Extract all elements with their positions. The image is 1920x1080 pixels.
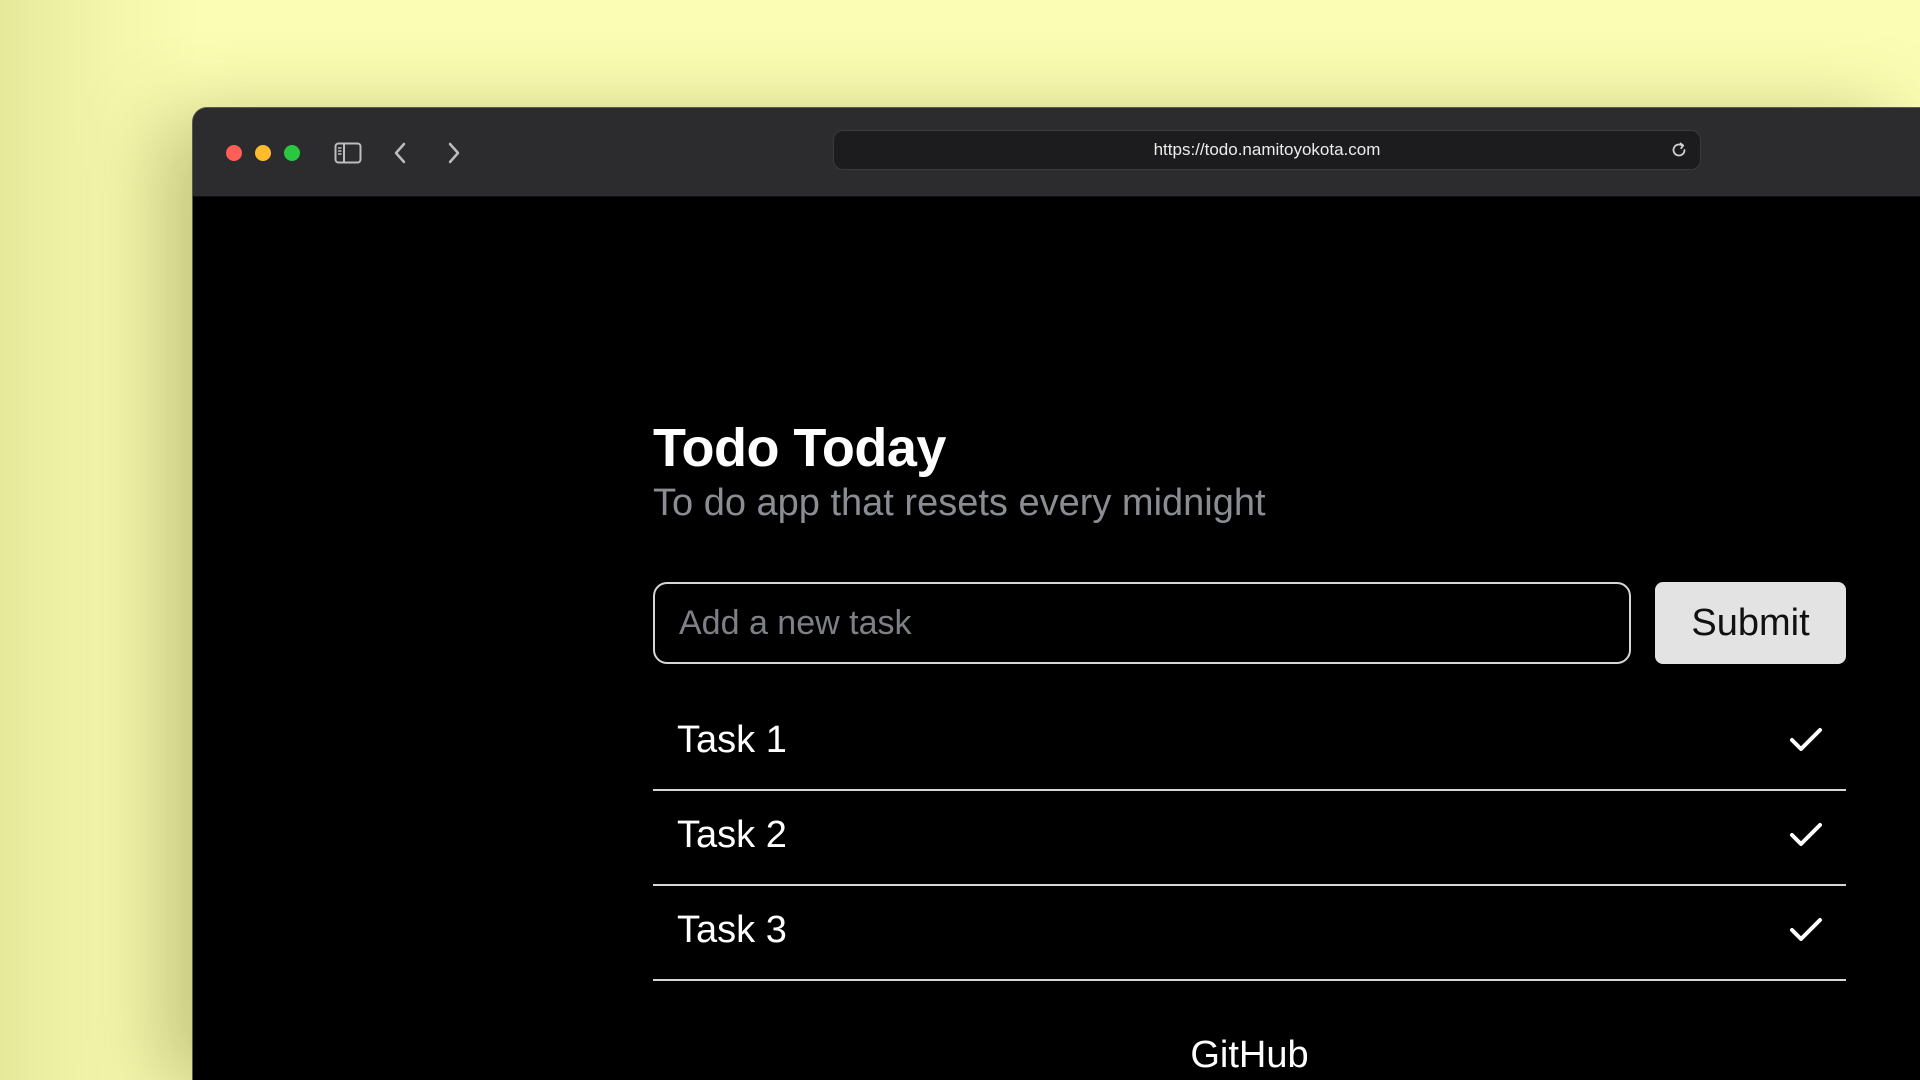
web-page: Todo Today To do app that resets every m…: [193, 197, 1920, 1080]
task-row: Task 1: [653, 696, 1846, 791]
sidebar-icon[interactable]: [331, 136, 365, 170]
github-link[interactable]: GitHub: [653, 1034, 1846, 1077]
task-list: Task 1 Task 2 Task 3: [653, 696, 1846, 981]
close-window-button[interactable]: [226, 145, 242, 161]
browser-window: https://todo.namitoyokota.com Todo Today…: [193, 108, 1920, 1080]
new-task-input[interactable]: [653, 582, 1631, 664]
chevron-right-icon[interactable]: [437, 136, 471, 170]
task-row: Task 3: [653, 886, 1846, 981]
task-label: Task 2: [677, 814, 787, 856]
check-icon[interactable]: [1786, 815, 1826, 855]
submit-button[interactable]: Submit: [1655, 582, 1846, 664]
page-subtitle: To do app that resets every midnight: [653, 482, 1266, 524]
browser-toolbar: https://todo.namitoyokota.com: [193, 108, 1920, 197]
task-label: Task 1: [677, 719, 787, 761]
add-task-form: Submit: [653, 582, 1846, 664]
reload-icon[interactable]: [1668, 139, 1690, 161]
minimize-window-button[interactable]: [255, 145, 271, 161]
check-icon[interactable]: [1786, 910, 1826, 950]
check-icon[interactable]: [1786, 720, 1826, 760]
task-row: Task 2: [653, 791, 1846, 886]
url-text: https://todo.namitoyokota.com: [1153, 140, 1381, 159]
address-bar[interactable]: https://todo.namitoyokota.com: [833, 130, 1701, 170]
chevron-left-icon[interactable]: [383, 136, 417, 170]
task-label: Task 3: [677, 909, 787, 951]
zoom-window-button[interactable]: [284, 145, 300, 161]
todo-app: Todo Today To do app that resets every m…: [653, 416, 1846, 1076]
page-title: Todo Today: [653, 418, 946, 478]
